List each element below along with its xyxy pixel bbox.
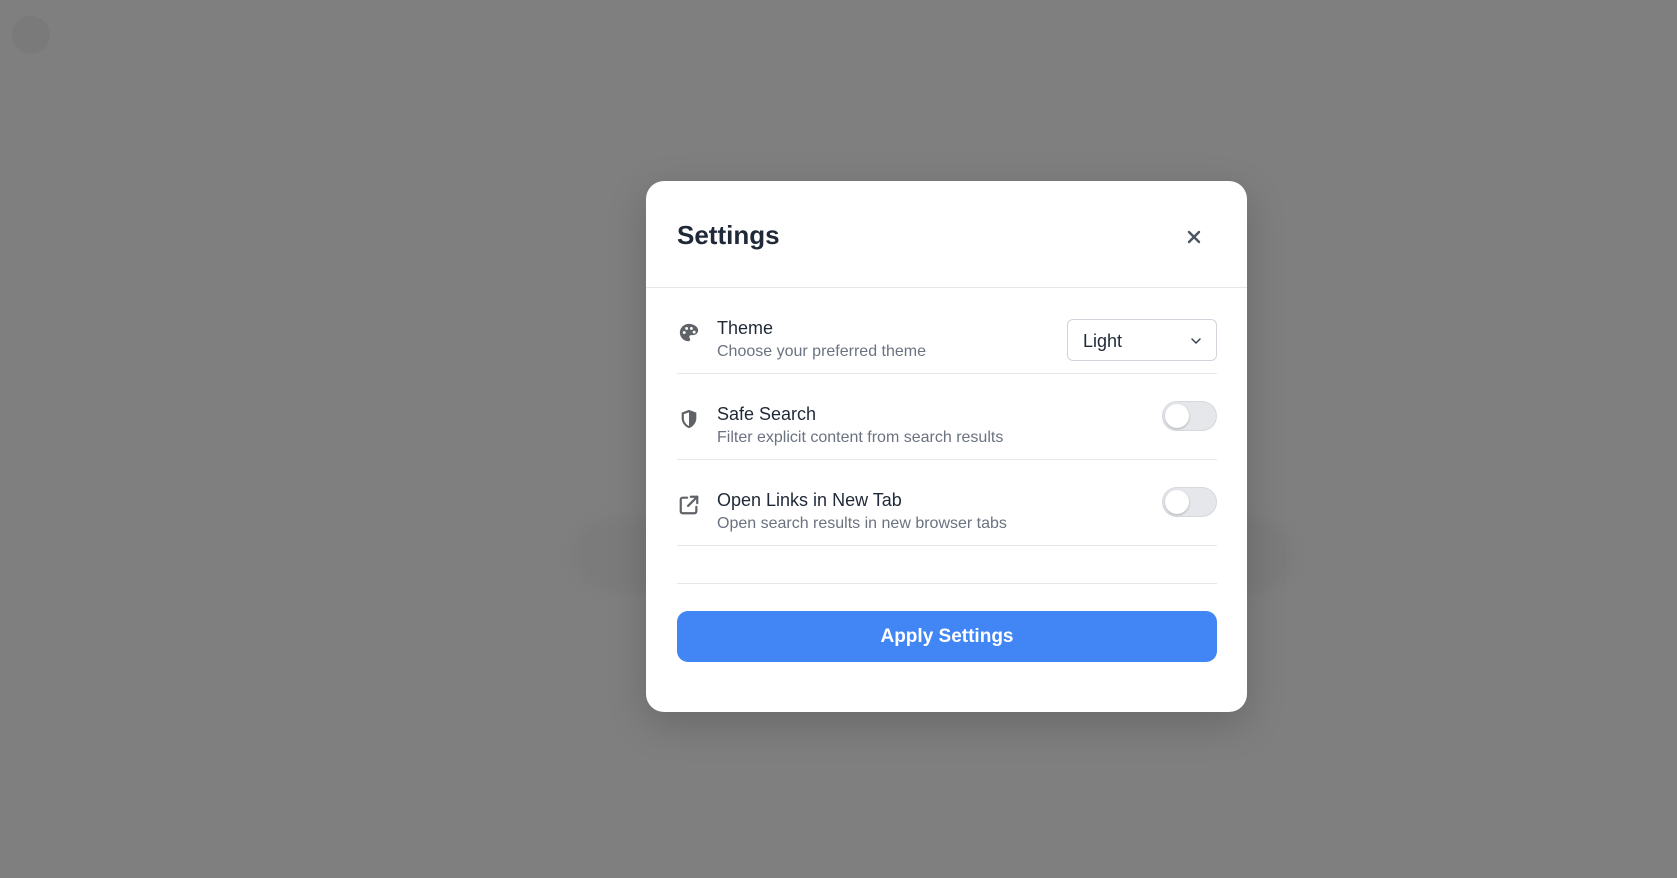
palette-icon <box>677 321 701 345</box>
modal-header: Settings <box>646 181 1247 288</box>
close-button[interactable] <box>1183 226 1205 248</box>
theme-select-value: Light <box>1083 331 1123 351</box>
setting-text: Open Links in New Tab Open search result… <box>717 491 1007 532</box>
setting-label: Open Links in New Tab <box>717 490 902 510</box>
shield-icon <box>677 407 701 431</box>
setting-text: Safe Search Filter explicit content from… <box>717 405 1003 446</box>
settings-modal: Settings Theme Choose your preferred the <box>646 181 1247 712</box>
setting-row-theme: Theme Choose your preferred theme Light <box>677 288 1217 374</box>
toggle-knob <box>1165 404 1189 428</box>
chevron-down-icon <box>1191 338 1201 344</box>
external-link-icon <box>677 493 701 517</box>
theme-select[interactable]: Light <box>1067 319 1217 361</box>
close-icon <box>1187 230 1201 244</box>
setting-text: Theme Choose your preferred theme <box>717 319 926 360</box>
settings-list: Theme Choose your preferred theme Light … <box>677 288 1217 546</box>
setting-row-safe-search: Safe Search Filter explicit content from… <box>677 374 1217 460</box>
modal-title: Settings <box>677 220 780 250</box>
menu-icon <box>12 16 50 54</box>
setting-description: Open search results in new browser tabs <box>717 515 1007 532</box>
setting-label: Theme <box>717 318 774 338</box>
setting-description: Filter explicit content from search resu… <box>717 429 1004 446</box>
setting-row-open-links: Open Links in New Tab Open search result… <box>677 460 1217 546</box>
apply-settings-button[interactable]: Apply Settings <box>677 611 1217 662</box>
setting-description: Choose your preferred theme <box>717 343 926 360</box>
toggle-knob <box>1165 490 1189 514</box>
safe-search-toggle[interactable] <box>1162 401 1217 431</box>
setting-label: Safe Search <box>717 404 817 424</box>
divider <box>677 583 1217 584</box>
open-links-new-tab-toggle[interactable] <box>1162 487 1217 517</box>
